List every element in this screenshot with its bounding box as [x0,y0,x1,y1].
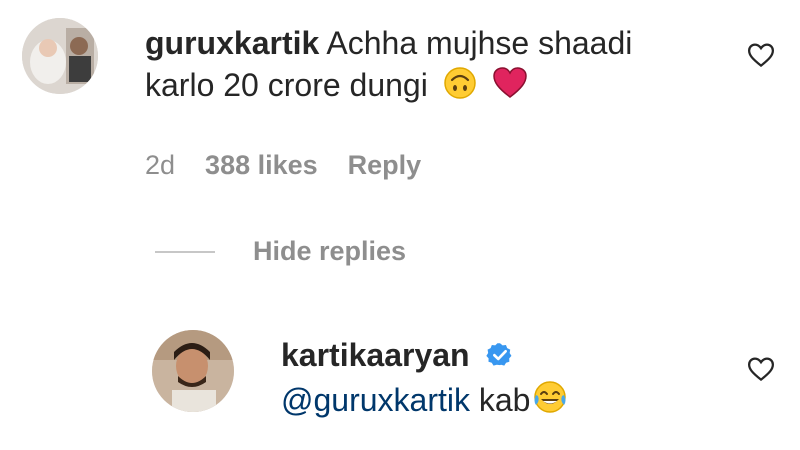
like-comment-heart-icon[interactable] [746,40,776,70]
replier-avatar[interactable] [152,330,234,412]
commenter-username[interactable]: guruxkartik [145,25,319,61]
face-with-tears-of-joy-icon [532,379,568,425]
reply-button[interactable]: Reply [348,150,422,181]
comment-text-line2: karlo 20 crore dungi [145,67,428,103]
comment-likes[interactable]: 388 likes [205,150,318,181]
comment-text-line1: Achha mujhse shaadi [326,25,633,61]
divider-line [155,250,215,253]
like-reply-heart-icon[interactable] [746,354,776,384]
hide-replies-label[interactable]: Hide replies [253,236,406,267]
verified-badge-icon [486,337,514,379]
commenter-avatar[interactable] [22,18,98,94]
replier-username[interactable]: kartikaaryan [281,337,470,373]
reply-text: kab [478,381,531,418]
comment-meta: 2d 388 likes Reply [145,150,451,181]
reply-body: kartikaaryan @guruxkartik kab [281,334,568,425]
hide-replies-toggle[interactable]: Hide replies [155,236,406,267]
comment-time: 2d [145,150,176,180]
mention-link[interactable]: @guruxkartik [281,382,470,418]
comment-body: guruxkartik Achha mujhse shaadi karlo 20… [145,22,632,110]
red-heart-icon [492,66,528,110]
upside-down-face-icon [443,66,477,110]
